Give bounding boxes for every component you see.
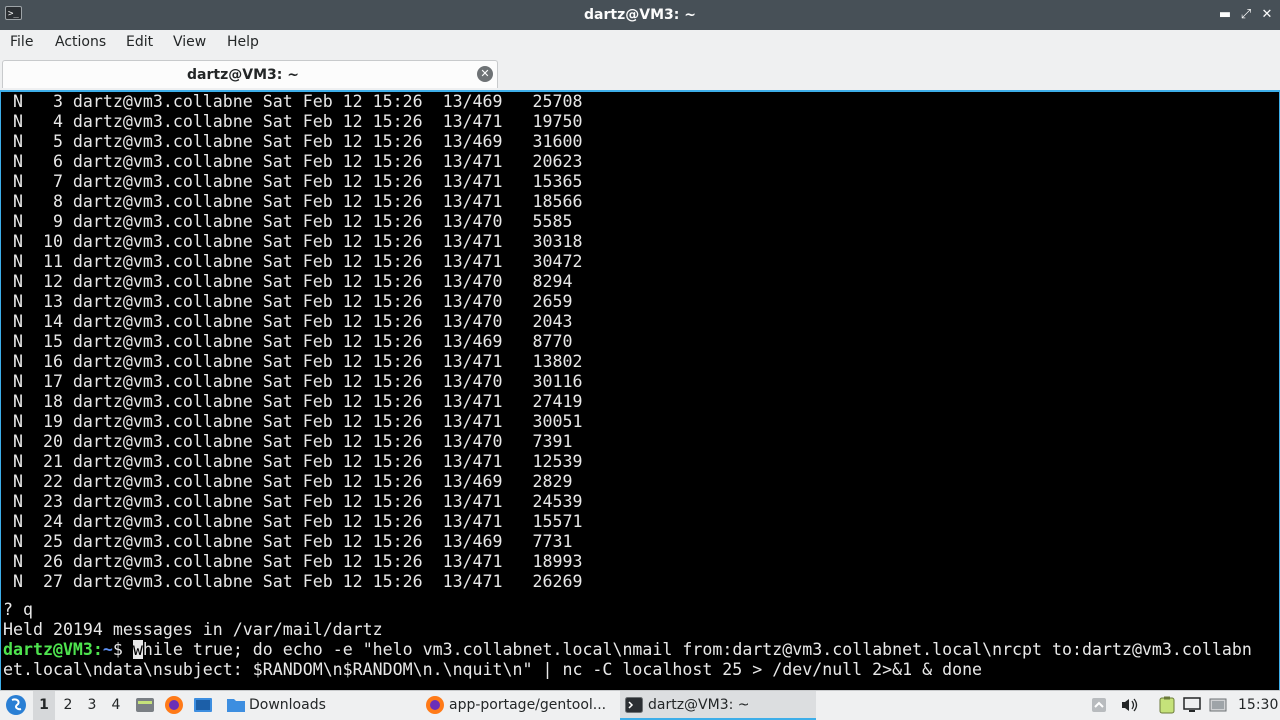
desktop-icon xyxy=(194,698,212,712)
mail-list-row: N 6 dartz@vm3.collabne Sat Feb 12 15:26 … xyxy=(3,152,583,171)
mail-list-row: N 17 dartz@vm3.collabne Sat Feb 12 15:26… xyxy=(3,372,583,391)
prompt-dollar: $ xyxy=(112,640,133,659)
task-label: app-portage/gentool... xyxy=(449,697,607,713)
downloads-folder-launcher[interactable]: Downloads xyxy=(225,691,335,720)
mail-list-row: N 24 dartz@vm3.collabne Sat Feb 12 15:26… xyxy=(3,512,583,531)
volume-button[interactable] xyxy=(1118,691,1140,720)
maximize-button[interactable]: ⤢ xyxy=(1238,7,1254,23)
workspace-1[interactable]: 1 xyxy=(33,691,55,720)
mail-list-row: N 20 dartz@vm3.collabne Sat Feb 12 15:26… xyxy=(3,432,573,451)
taskbar: 1 2 3 4 Downloads app-portage/gentool... xyxy=(0,690,1280,720)
firefox-launcher[interactable] xyxy=(163,691,185,720)
clipboard-icon xyxy=(1159,696,1175,714)
close-button[interactable]: ✕ xyxy=(1259,7,1275,23)
menu-view[interactable]: View xyxy=(173,34,206,50)
file-manager-launcher[interactable] xyxy=(134,691,156,720)
tab-close-icon[interactable]: ✕ xyxy=(477,66,493,82)
minimize-button[interactable]: ▬ xyxy=(1217,7,1233,23)
window-titlebar[interactable]: >_ dartz@VM3: ~ ▬ ⤢ ✕ xyxy=(0,0,1280,30)
quit-line: ? q xyxy=(3,600,33,619)
firefox-icon xyxy=(426,696,444,714)
menu-edit[interactable]: Edit xyxy=(126,34,153,50)
held-messages-line: Held 20194 messages in /var/mail/dartz xyxy=(3,620,383,639)
workspace-2[interactable]: 2 xyxy=(57,691,79,720)
display-icon xyxy=(1183,697,1201,712)
menu-help[interactable]: Help xyxy=(227,34,259,50)
speaker-icon xyxy=(1122,698,1138,712)
clock[interactable]: 15:30 xyxy=(1238,691,1278,720)
desktop-launcher[interactable] xyxy=(192,691,214,720)
mail-list-row: N 8 dartz@vm3.collabne Sat Feb 12 15:26 … xyxy=(3,192,583,211)
menu-file[interactable]: File xyxy=(10,34,33,50)
downloads-label: Downloads xyxy=(249,697,326,713)
mail-list-row: N 25 dartz@vm3.collabne Sat Feb 12 15:26… xyxy=(3,532,573,551)
workspace-4[interactable]: 4 xyxy=(105,691,127,720)
task-terminal[interactable]: dartz@VM3: ~ xyxy=(620,691,816,720)
display-button[interactable] xyxy=(1181,691,1203,720)
mail-list-row: N 5 dartz@vm3.collabne Sat Feb 12 15:26 … xyxy=(3,132,583,151)
prompt-user: dartz@VM3 xyxy=(3,640,93,659)
clipboard-button[interactable] xyxy=(1156,691,1178,720)
command-line[interactable]: dartz@VM3:~$ while true; do echo -e "hel… xyxy=(3,640,1252,660)
mail-list-row: N 23 dartz@vm3.collabne Sat Feb 12 15:26… xyxy=(3,492,583,511)
mail-list-row: N 15 dartz@vm3.collabne Sat Feb 12 15:26… xyxy=(3,332,573,351)
command-wrap-line: et.local\ndata\nsubject: $RANDOM\n$RANDO… xyxy=(3,660,983,679)
network-button[interactable] xyxy=(1207,691,1229,720)
mail-list-row: N 16 dartz@vm3.collabne Sat Feb 12 15:26… xyxy=(3,352,583,371)
task-firefox[interactable]: app-portage/gentool... xyxy=(422,691,618,720)
mail-list-row: N 27 dartz@vm3.collabne Sat Feb 12 15:26… xyxy=(3,572,583,591)
start-menu-button[interactable] xyxy=(4,691,28,720)
mail-list-row: N 12 dartz@vm3.collabne Sat Feb 12 15:26… xyxy=(3,272,573,291)
tab-label: dartz@VM3: ~ xyxy=(187,67,299,83)
tab-terminal[interactable]: dartz@VM3: ~ ✕ xyxy=(2,60,498,88)
mail-list-row: N 21 dartz@vm3.collabne Sat Feb 12 15:26… xyxy=(3,452,583,471)
command-text: hile true; do echo -e "helo vm3.collabne… xyxy=(142,640,1252,659)
workspace-3[interactable]: 3 xyxy=(81,691,103,720)
mail-list-row: N 4 dartz@vm3.collabne Sat Feb 12 15:26 … xyxy=(3,112,583,131)
mail-list-row: N 10 dartz@vm3.collabne Sat Feb 12 15:26… xyxy=(3,232,583,251)
app-launcher-icon xyxy=(6,695,26,715)
menu-actions[interactable]: Actions xyxy=(55,34,106,50)
tab-bar: dartz@VM3: ~ ✕ xyxy=(0,56,1280,90)
tray-arrow-icon xyxy=(1092,698,1106,712)
network-icon xyxy=(1209,698,1227,712)
mail-list-row: N 9 dartz@vm3.collabne Sat Feb 12 15:26 … xyxy=(3,212,573,231)
mail-list-row: N 13 dartz@vm3.collabne Sat Feb 12 15:26… xyxy=(3,292,573,311)
mail-list-row: N 26 dartz@vm3.collabne Sat Feb 12 15:26… xyxy=(3,552,583,571)
prompt-path: ~ xyxy=(102,640,113,659)
tray-expand-button[interactable] xyxy=(1088,691,1110,720)
file-manager-icon xyxy=(136,698,154,712)
terminal-icon xyxy=(625,697,643,713)
mail-list-row: N 14 dartz@vm3.collabne Sat Feb 12 15:26… xyxy=(3,312,573,331)
mail-list-row: N 11 dartz@vm3.collabne Sat Feb 12 15:26… xyxy=(3,252,583,271)
folder-icon xyxy=(227,699,245,712)
mail-list-row: N 3 dartz@vm3.collabne Sat Feb 12 15:26 … xyxy=(3,92,583,111)
prompt-colon: : xyxy=(92,640,103,659)
firefox-icon xyxy=(165,696,183,714)
mail-list-row: N 19 dartz@vm3.collabne Sat Feb 12 15:26… xyxy=(3,412,583,431)
task-label: dartz@VM3: ~ xyxy=(648,697,750,713)
window-title: dartz@VM3: ~ xyxy=(584,7,696,23)
mail-list-row: N 7 dartz@vm3.collabne Sat Feb 12 15:26 … xyxy=(3,172,583,191)
mail-list-row: N 18 dartz@vm3.collabne Sat Feb 12 15:26… xyxy=(3,392,583,411)
text-cursor: w xyxy=(132,640,143,659)
menu-bar: File Actions Edit View Help xyxy=(0,30,1280,56)
mail-list-row: N 22 dartz@vm3.collabne Sat Feb 12 15:26… xyxy=(3,472,573,491)
terminal-output[interactable]: N 3 dartz@vm3.collabne Sat Feb 12 15:26 … xyxy=(0,90,1280,690)
